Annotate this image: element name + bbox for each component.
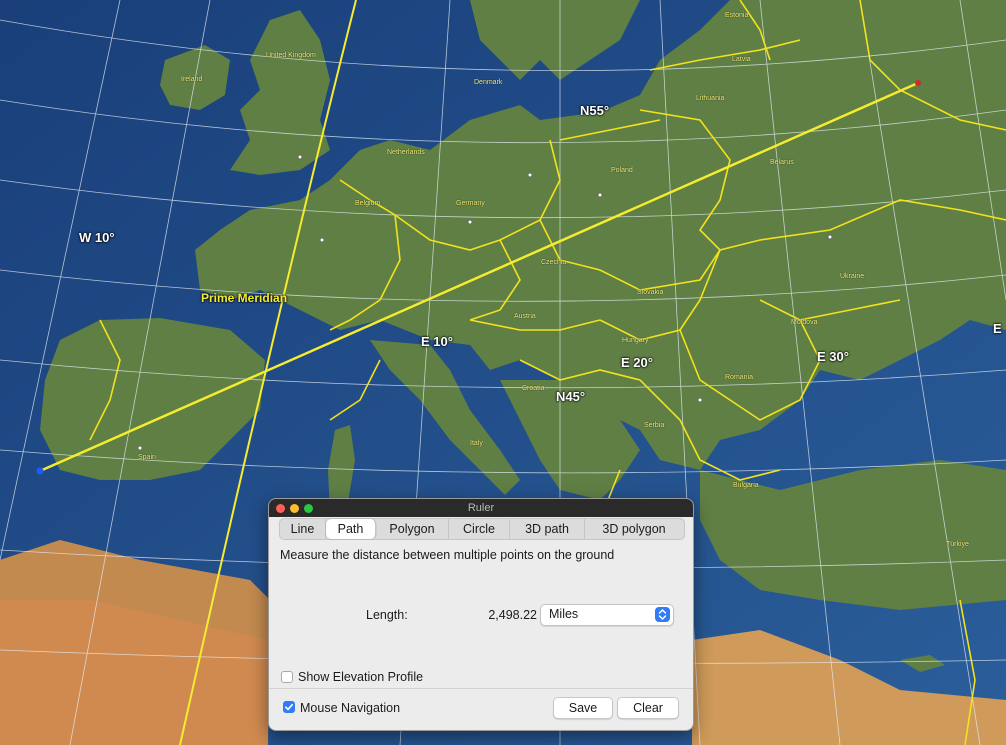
country-label-croatia: Croatia bbox=[522, 385, 545, 392]
grid-label-e10: E 10° bbox=[421, 334, 453, 349]
tab-line[interactable]: Line bbox=[280, 519, 326, 539]
grid-label-e30: E 30° bbox=[817, 349, 849, 364]
grid-label-e-edge: E bbox=[993, 321, 1002, 336]
path-end-point bbox=[915, 80, 921, 86]
show-elevation-checkbox[interactable] bbox=[281, 671, 293, 683]
clear-button[interactable]: Clear bbox=[617, 697, 679, 719]
country-label-austria: Austria bbox=[514, 313, 536, 320]
country-label-belarus: Belarus bbox=[770, 159, 794, 166]
tab-path[interactable]: Path bbox=[326, 519, 376, 539]
tab-3d-polygon[interactable]: 3D polygon bbox=[585, 519, 683, 539]
country-label-estonia: Estonia bbox=[725, 12, 749, 19]
tab-circle[interactable]: Circle bbox=[449, 519, 510, 539]
country-label-poland: Poland bbox=[611, 167, 633, 174]
ruler-title: Ruler bbox=[467, 502, 495, 514]
country-label-spain: Spain bbox=[138, 454, 156, 461]
country-label-ireland: Ireland bbox=[181, 76, 203, 83]
country-label-ukraine: Ukraine bbox=[840, 273, 865, 280]
mouse-navigation-checkbox[interactable] bbox=[283, 701, 295, 713]
country-label-hungary: Hungary bbox=[622, 337, 649, 344]
checkmark-icon bbox=[284, 703, 294, 711]
ruler-description: Measure the distance between multiple po… bbox=[280, 548, 615, 562]
ruler-dialog: Ruler Line Path Polygon Circle 3D path 3… bbox=[268, 498, 694, 731]
country-label-serbia: Serbia bbox=[644, 422, 665, 429]
country-label-bulgaria: Bulgaria bbox=[733, 482, 759, 489]
grid-label-n45: N45° bbox=[556, 389, 586, 404]
length-label: Length: bbox=[366, 608, 408, 622]
country-label-slovakia: Slovakia bbox=[637, 289, 664, 296]
country-label-denmark: Denmark bbox=[474, 79, 503, 86]
country-label-italy: Italy bbox=[470, 440, 483, 447]
country-label-moldova: Moldova bbox=[791, 319, 818, 326]
country-label-united-kingdom: United Kingdom bbox=[266, 52, 316, 59]
country-label-netherlands: Netherlands bbox=[387, 149, 425, 156]
grid-label-e20: E 20° bbox=[621, 355, 653, 370]
country-label-czechia: Czechia bbox=[541, 259, 567, 266]
tab-polygon[interactable]: Polygon bbox=[376, 519, 449, 539]
ruler-tab-bar: Line Path Polygon Circle 3D path 3D poly… bbox=[279, 518, 685, 540]
tab-3d-path[interactable]: 3D path bbox=[510, 519, 585, 539]
country-label-lithuania: Lithuania bbox=[696, 95, 725, 102]
country-label-germany: Germany bbox=[456, 200, 485, 207]
country-label-romania: Romania bbox=[725, 374, 754, 381]
mouse-navigation-label: Mouse Navigation bbox=[300, 701, 401, 715]
path-start-point bbox=[36, 467, 44, 475]
ruler-divider bbox=[269, 688, 693, 689]
unit-select[interactable]: Miles bbox=[540, 604, 674, 626]
grid-label-n55: N55° bbox=[580, 103, 610, 118]
chevron-up-down-icon bbox=[655, 607, 670, 622]
country-label-turkiye: Türkiye bbox=[946, 541, 969, 548]
ruler-titlebar[interactable]: Ruler bbox=[269, 499, 693, 517]
country-label-latvia: Latvia bbox=[732, 56, 751, 63]
save-button[interactable]: Save bbox=[553, 697, 613, 719]
prime-meridian-label: Prime Meridian bbox=[201, 291, 288, 305]
grid-label-w10: W 10° bbox=[79, 230, 115, 245]
unit-select-value: Miles bbox=[549, 607, 579, 621]
show-elevation-label: Show Elevation Profile bbox=[298, 670, 424, 684]
length-value: 2,498.22 bbox=[488, 608, 537, 622]
country-label-belgium: Belgium bbox=[355, 200, 381, 207]
